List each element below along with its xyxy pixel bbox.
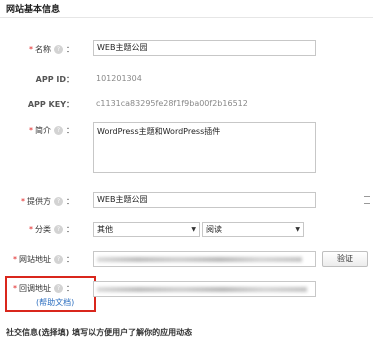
required-mark: * — [13, 255, 17, 264]
name-label: 名称 — [35, 45, 51, 54]
callback-input[interactable] — [93, 281, 316, 297]
summary-label-group: * 简介?： — [29, 126, 74, 135]
app-id-label: APP ID： — [35, 75, 74, 84]
app-id-value: 101201304 — [96, 74, 142, 83]
category-primary-value: 其他 — [97, 225, 113, 234]
provider-input[interactable]: WEB主题公园 — [93, 192, 316, 208]
verify-button[interactable]: 验证 — [322, 251, 368, 267]
website-input[interactable] — [93, 251, 316, 267]
callback-label-group: * 回调地址?： — [13, 284, 74, 293]
category-label-group: * 分类?： — [29, 225, 74, 234]
callback-label: 回调地址 — [19, 284, 51, 293]
help-icon[interactable]: ? — [54, 45, 63, 54]
required-mark: * — [29, 225, 33, 234]
blurred-url — [97, 257, 302, 262]
website-label-group: * 网站地址?： — [13, 255, 74, 264]
required-mark: * — [13, 284, 17, 293]
website-label: 网站地址 — [19, 255, 51, 264]
help-icon[interactable]: ? — [54, 284, 63, 293]
help-icon[interactable]: ? — [54, 197, 63, 206]
social-info-heading: 社交信息(选择填) 填写以方便用户了解你的应用动态 — [6, 328, 193, 337]
category-label: 分类 — [35, 225, 51, 234]
app-key-label: APP KEY： — [27, 100, 74, 109]
section-title: 网站基本信息 — [6, 5, 61, 15]
required-mark: * — [29, 45, 33, 54]
scroll-handle-icon — [364, 196, 370, 204]
help-icon[interactable]: ? — [54, 255, 63, 264]
category-primary-select[interactable]: 其他 ▼ — [93, 222, 200, 237]
category-secondary-select[interactable]: 阅读 ▼ — [202, 222, 304, 237]
app-key-value: c1131ca83295fe28f1f9ba00f2b16512 — [96, 99, 248, 108]
blurred-url — [97, 287, 307, 292]
help-docs-link[interactable]: (帮助文档) — [36, 297, 74, 308]
help-icon[interactable]: ? — [54, 225, 63, 234]
dropdown-arrow-icon: ▼ — [191, 226, 196, 233]
provider-label: 提供方 — [27, 197, 51, 206]
category-secondary-value: 阅读 — [206, 225, 222, 234]
name-input[interactable]: WEB主题公园 — [93, 40, 316, 56]
dropdown-arrow-icon: ▼ — [295, 226, 300, 233]
required-mark: * — [21, 197, 25, 206]
help-icon[interactable]: ? — [54, 126, 63, 135]
summary-label: 简介 — [35, 126, 51, 135]
provider-label-group: * 提供方?： — [21, 197, 74, 206]
required-mark: * — [29, 126, 33, 135]
name-label-group: * 名称?： — [29, 45, 74, 54]
summary-textarea[interactable]: WordPress主题和WordPress插件 — [93, 122, 316, 173]
